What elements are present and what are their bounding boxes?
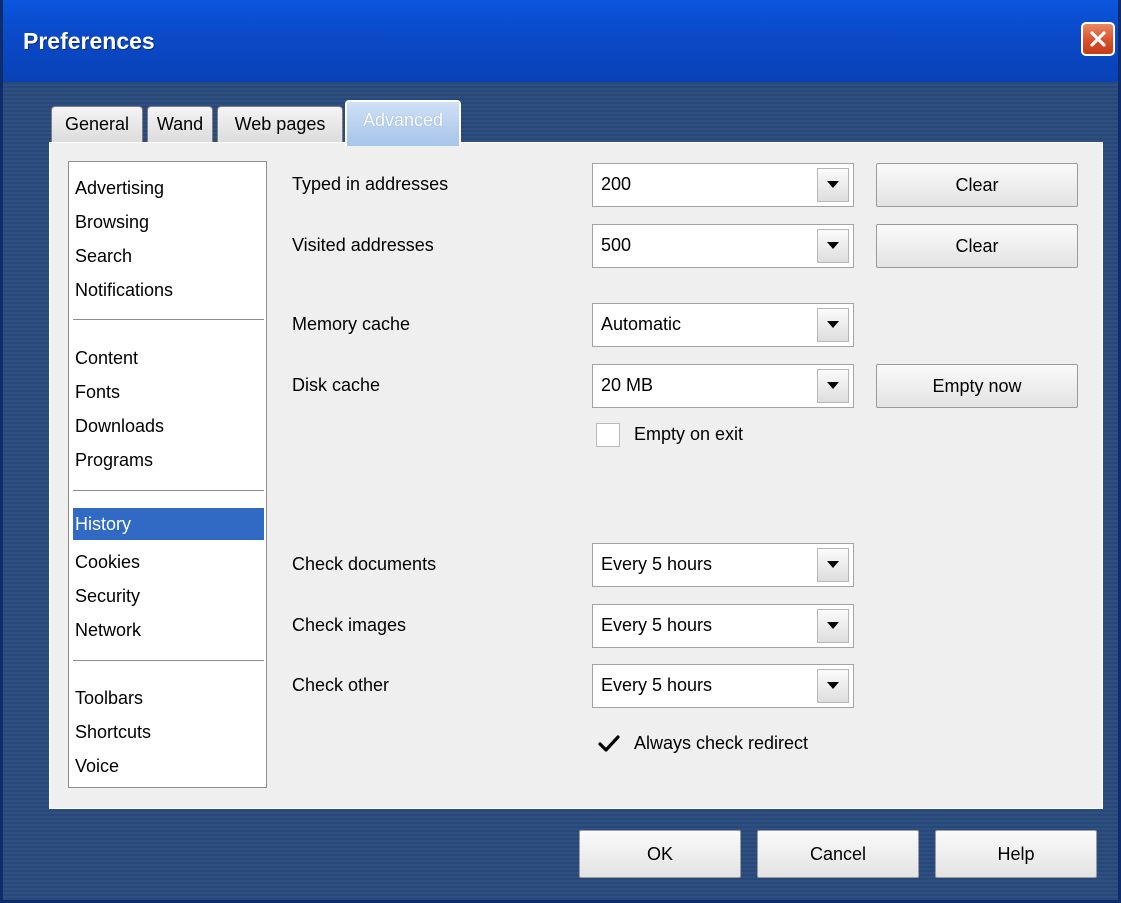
chevron-down-icon (827, 682, 839, 689)
category-separator (73, 490, 264, 491)
visited-addresses-select[interactable]: 500 (592, 224, 854, 268)
cancel-button[interactable]: Cancel (757, 830, 919, 878)
check-images-label: Check images (292, 615, 407, 635)
check-documents-value: Every 5 hours (601, 554, 713, 574)
chevron-down-icon (827, 181, 839, 188)
category-cookies[interactable]: Cookies (73, 546, 264, 578)
category-browsing[interactable]: Browsing (73, 206, 264, 238)
help-button[interactable]: Help (935, 830, 1097, 878)
check-images-value: Every 5 hours (601, 615, 713, 635)
disk-cache-label: Disk cache (292, 375, 381, 395)
checkmark-icon (598, 735, 620, 752)
category-search[interactable]: Search (73, 240, 264, 272)
category-network[interactable]: Network (73, 614, 264, 646)
chevron-down-icon (827, 382, 839, 389)
check-other-value: Every 5 hours (601, 675, 713, 695)
always-check-redirect-checkbox[interactable] (596, 732, 620, 756)
advanced-panel: Advertising Browsing Search Notification… (49, 142, 1103, 809)
category-content[interactable]: Content (73, 342, 264, 374)
dropdown-arrow-button[interactable] (817, 308, 849, 342)
disk-cache-value: 20 MB (601, 375, 654, 395)
tab-web-pages[interactable]: Web pages (217, 106, 343, 142)
category-separator (73, 319, 264, 320)
always-check-redirect-label[interactable]: Always check redirect (634, 733, 808, 754)
visited-addresses-label: Visited addresses (292, 235, 434, 255)
typed-addresses-select[interactable]: 200 (592, 163, 854, 207)
memory-cache-value: Automatic (601, 314, 682, 334)
empty-on-exit-checkbox[interactable] (596, 423, 620, 447)
category-separator (73, 660, 264, 661)
window-title: Preferences (23, 28, 155, 54)
memory-cache-label: Memory cache (292, 314, 411, 334)
category-list[interactable]: Advertising Browsing Search Notification… (68, 161, 267, 788)
category-toolbars[interactable]: Toolbars (73, 682, 264, 714)
chevron-down-icon (827, 561, 839, 568)
empty-on-exit-label[interactable]: Empty on exit (634, 424, 743, 445)
check-images-select[interactable]: Every 5 hours (592, 604, 854, 648)
check-other-label: Check other (292, 675, 390, 695)
ok-button[interactable]: OK (579, 830, 741, 878)
typed-addresses-value: 200 (601, 174, 632, 194)
visited-addresses-value: 500 (601, 235, 632, 255)
category-downloads[interactable]: Downloads (73, 410, 264, 442)
category-fonts[interactable]: Fonts (73, 376, 264, 408)
clear-visited-addresses-button[interactable]: Clear (876, 224, 1078, 268)
chevron-down-icon (827, 622, 839, 629)
category-advertising[interactable]: Advertising (73, 172, 264, 204)
empty-now-button[interactable]: Empty now (876, 364, 1078, 408)
tab-advanced[interactable]: Advanced (345, 100, 461, 146)
dropdown-arrow-button[interactable] (817, 669, 849, 703)
check-documents-label: Check documents (292, 554, 437, 574)
close-x-icon (1090, 31, 1106, 47)
chevron-down-icon (827, 321, 839, 328)
check-other-select[interactable]: Every 5 hours (592, 664, 854, 708)
preferences-window: Preferences General Wand Web pages Advan… (0, 0, 1121, 903)
category-voice[interactable]: Voice (73, 750, 264, 782)
close-button[interactable] (1081, 22, 1115, 56)
tab-general[interactable]: General (51, 106, 143, 142)
category-security[interactable]: Security (73, 580, 264, 612)
category-notifications[interactable]: Notifications (73, 274, 264, 306)
dropdown-arrow-button[interactable] (817, 548, 849, 582)
dropdown-arrow-button[interactable] (817, 609, 849, 643)
clear-typed-addresses-button[interactable]: Clear (876, 163, 1078, 207)
tab-wand[interactable]: Wand (147, 106, 213, 142)
dropdown-arrow-button[interactable] (817, 369, 849, 403)
chevron-down-icon (827, 242, 839, 249)
category-history[interactable]: History (73, 508, 264, 540)
disk-cache-select[interactable]: 20 MB (592, 364, 854, 408)
dropdown-arrow-button[interactable] (817, 168, 849, 202)
category-programs[interactable]: Programs (73, 444, 264, 476)
category-shortcuts[interactable]: Shortcuts (73, 716, 264, 748)
dropdown-arrow-button[interactable] (817, 229, 849, 263)
memory-cache-select[interactable]: Automatic (592, 303, 854, 347)
title-bar[interactable]: Preferences (3, 0, 1118, 82)
typed-addresses-label: Typed in addresses (292, 174, 449, 194)
check-documents-select[interactable]: Every 5 hours (592, 543, 854, 587)
